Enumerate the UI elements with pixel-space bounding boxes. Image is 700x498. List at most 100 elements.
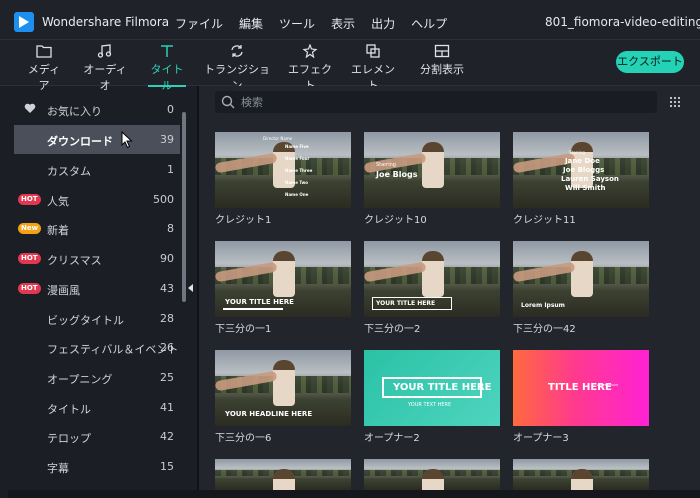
overlay-line: YOUR TITLE HERE <box>376 300 436 307</box>
overlay-line: Name Two <box>285 180 309 185</box>
menu-item-help[interactable]: ヘルプ <box>411 15 447 32</box>
sidebar-item-label: クリスマス <box>47 254 102 267</box>
title-thumbnail-credit11[interactable]: Starring Jane Doe Joe Bloggs Lauren Says… <box>513 132 649 208</box>
export-button[interactable]: エクスポート <box>616 51 684 73</box>
sidebar-item-downloads[interactable]: ダウンロード 39 <box>14 125 180 154</box>
menu-item-file[interactable]: ファイル <box>175 15 223 32</box>
sidebar-item-custom[interactable]: カスタム 1 <box>14 155 180 184</box>
sidebar-item-captions[interactable]: テロップ 42 <box>14 422 180 451</box>
title-thumbnail-partial[interactable] <box>364 459 500 490</box>
sidebar-item-label: 漫画風 <box>47 284 80 297</box>
sidebar-item-christmas[interactable]: HOT クリスマス 90 <box>14 244 180 273</box>
sidebar-item-count: 25 <box>160 371 174 384</box>
text-icon <box>161 45 173 57</box>
sidebar-item-count: 90 <box>160 252 174 265</box>
collapse-panel-icon[interactable] <box>188 284 194 292</box>
overlay-line: Name Three <box>285 168 313 173</box>
tab-audio[interactable]: オーディオ <box>80 44 130 92</box>
title-thumbnail-partial[interactable] <box>215 459 351 490</box>
filmora-logo-icon <box>14 12 34 32</box>
sidebar-item-label: フェスティバル＆イベント <box>47 343 179 356</box>
music-note-icon <box>97 44 112 58</box>
sidebar-item-festival-events[interactable]: フェスティバル＆イベント 26 <box>14 333 180 362</box>
sidebar-item-title[interactable]: タイトル 41 <box>14 393 180 422</box>
overlay-line: YOUR TEXT HERE <box>408 402 452 408</box>
tab-split-screen[interactable]: 分割表示 <box>416 44 468 84</box>
hot-badge: HOT <box>18 283 41 294</box>
sidebar-item-opening[interactable]: オープニング 25 <box>14 363 180 392</box>
thumbnail-image <box>513 459 649 490</box>
main-toolbar: メディア オーディオ タイトル トランジション エフェクト エレメント 分割表示 <box>0 40 700 92</box>
overlay-line: YOUR HEADLINE HERE <box>225 410 313 418</box>
title-thumbnail-partial[interactable] <box>513 459 649 490</box>
sidebar-item-label: お気に入り <box>47 105 102 118</box>
tab-effects[interactable]: エフェクト <box>288 44 332 92</box>
overlay-line: YOUR TITLE HERE <box>393 382 492 393</box>
sidebar-item-label: 新着 <box>47 224 69 237</box>
sidebar-item-count: 1 <box>167 163 174 176</box>
tab-transitions[interactable]: トランジション <box>204 44 270 92</box>
title-bar: Wondershare Filmora ファイル 編集 ツール 表示 出力 ヘル… <box>0 0 700 40</box>
sidebar-item-label: 人気 <box>47 195 69 208</box>
tab-titles-label: タイトル <box>150 63 184 92</box>
menu-item-tools[interactable]: ツール <box>279 15 315 32</box>
search-input[interactable] <box>241 94 641 110</box>
tab-media[interactable]: メディア <box>24 44 64 92</box>
title-thumbnail-lower-third42[interactable]: Lorem Ipsum <box>513 241 649 317</box>
tab-audio-label: オーディオ <box>83 63 127 92</box>
overlay-line: Name Four <box>285 156 310 161</box>
horizontal-scrollbar[interactable] <box>8 490 700 498</box>
lower-third-line <box>223 308 283 310</box>
thumbnail-image <box>364 459 500 490</box>
sidebar-item-comic[interactable]: HOT 漫画風 43 <box>14 274 180 303</box>
grid-view-icon[interactable] <box>669 96 681 108</box>
sidebar-item-label: カスタム <box>47 165 91 178</box>
folder-icon <box>36 45 52 58</box>
menu-item-export[interactable]: 出力 <box>371 15 395 32</box>
sidebar-item-count: 39 <box>160 133 174 146</box>
sidebar-item-count: 15 <box>160 460 174 473</box>
thumbnail-label: クレジット11 <box>513 215 576 226</box>
title-thumbnail-lower-third2[interactable]: YOUR TITLE HERE <box>364 241 500 317</box>
mouse-cursor-icon <box>121 131 133 149</box>
overlay-line: Director Name <box>263 136 293 141</box>
hot-badge: HOT <box>18 253 41 264</box>
title-thumbnail-lower-third6[interactable]: YOUR HEADLINE HERE <box>215 350 351 426</box>
title-thumbnail-credit10[interactable]: Starring Joe Blogs <box>364 132 500 208</box>
hot-badge: HOT <box>18 194 41 205</box>
search-box[interactable] <box>215 91 657 113</box>
sidebar-item-count: 0 <box>167 103 174 116</box>
tab-titles[interactable]: タイトル <box>146 44 188 92</box>
thumbnail-label: 下三分の一1 <box>215 324 272 335</box>
thumbnail-image <box>215 459 351 490</box>
sidebar-item-label: ビッグタイトル <box>47 314 124 327</box>
element-icon <box>366 44 380 58</box>
sidebar-item-popular[interactable]: HOT 人気 500 <box>14 185 180 214</box>
sidebar-item-big-title[interactable]: ビッグタイトル 28 <box>14 304 180 333</box>
tab-elements[interactable]: エレメント <box>350 44 396 92</box>
effect-icon <box>302 44 318 58</box>
sidebar-scrollbar[interactable] <box>182 112 186 302</box>
sidebar-item-favorites[interactable]: お気に入り 0 <box>14 95 180 124</box>
sidebar-item-label: タイトル <box>47 403 91 416</box>
title-thumbnail-opener2[interactable]: YOUR TITLE HERE YOUR TEXT HERE <box>364 350 500 426</box>
menu-item-edit[interactable]: 編集 <box>239 15 263 32</box>
category-sidebar: お気に入り 0 ダウンロード 39 カスタム 1 HOT 人気 500 New … <box>8 90 186 498</box>
overlay-line: LOREM IPSUM <box>597 383 618 387</box>
transition-icon <box>231 45 243 57</box>
title-thumbnail-credit1[interactable]: Director Name Name Five Name Four Name T… <box>215 132 351 208</box>
tab-media-label: メディア <box>27 63 61 92</box>
sidebar-item-label: 字幕 <box>47 462 69 475</box>
title-thumbnail-opener3[interactable]: TITLE HERE LOREM IPSUM <box>513 350 649 426</box>
overlay-line: Joe Blogs <box>376 170 418 179</box>
title-thumbnail-lower-third1[interactable]: YOUR TITLE HERE <box>215 241 351 317</box>
sidebar-item-new[interactable]: New 新着 8 <box>14 214 180 243</box>
menu-bar: ファイル 編集 ツール 表示 出力 ヘルプ <box>175 15 463 32</box>
menu-item-view[interactable]: 表示 <box>331 15 355 32</box>
sidebar-item-subtitles[interactable]: 字幕 15 <box>14 452 180 481</box>
thumbnail-image <box>215 132 351 208</box>
thumbnail-label: オープナー2 <box>364 433 420 444</box>
sidebar-item-count: 26 <box>160 341 174 354</box>
thumbnail-label: 下三分の一42 <box>513 324 576 335</box>
thumbnail-label: クレジット10 <box>364 215 427 226</box>
